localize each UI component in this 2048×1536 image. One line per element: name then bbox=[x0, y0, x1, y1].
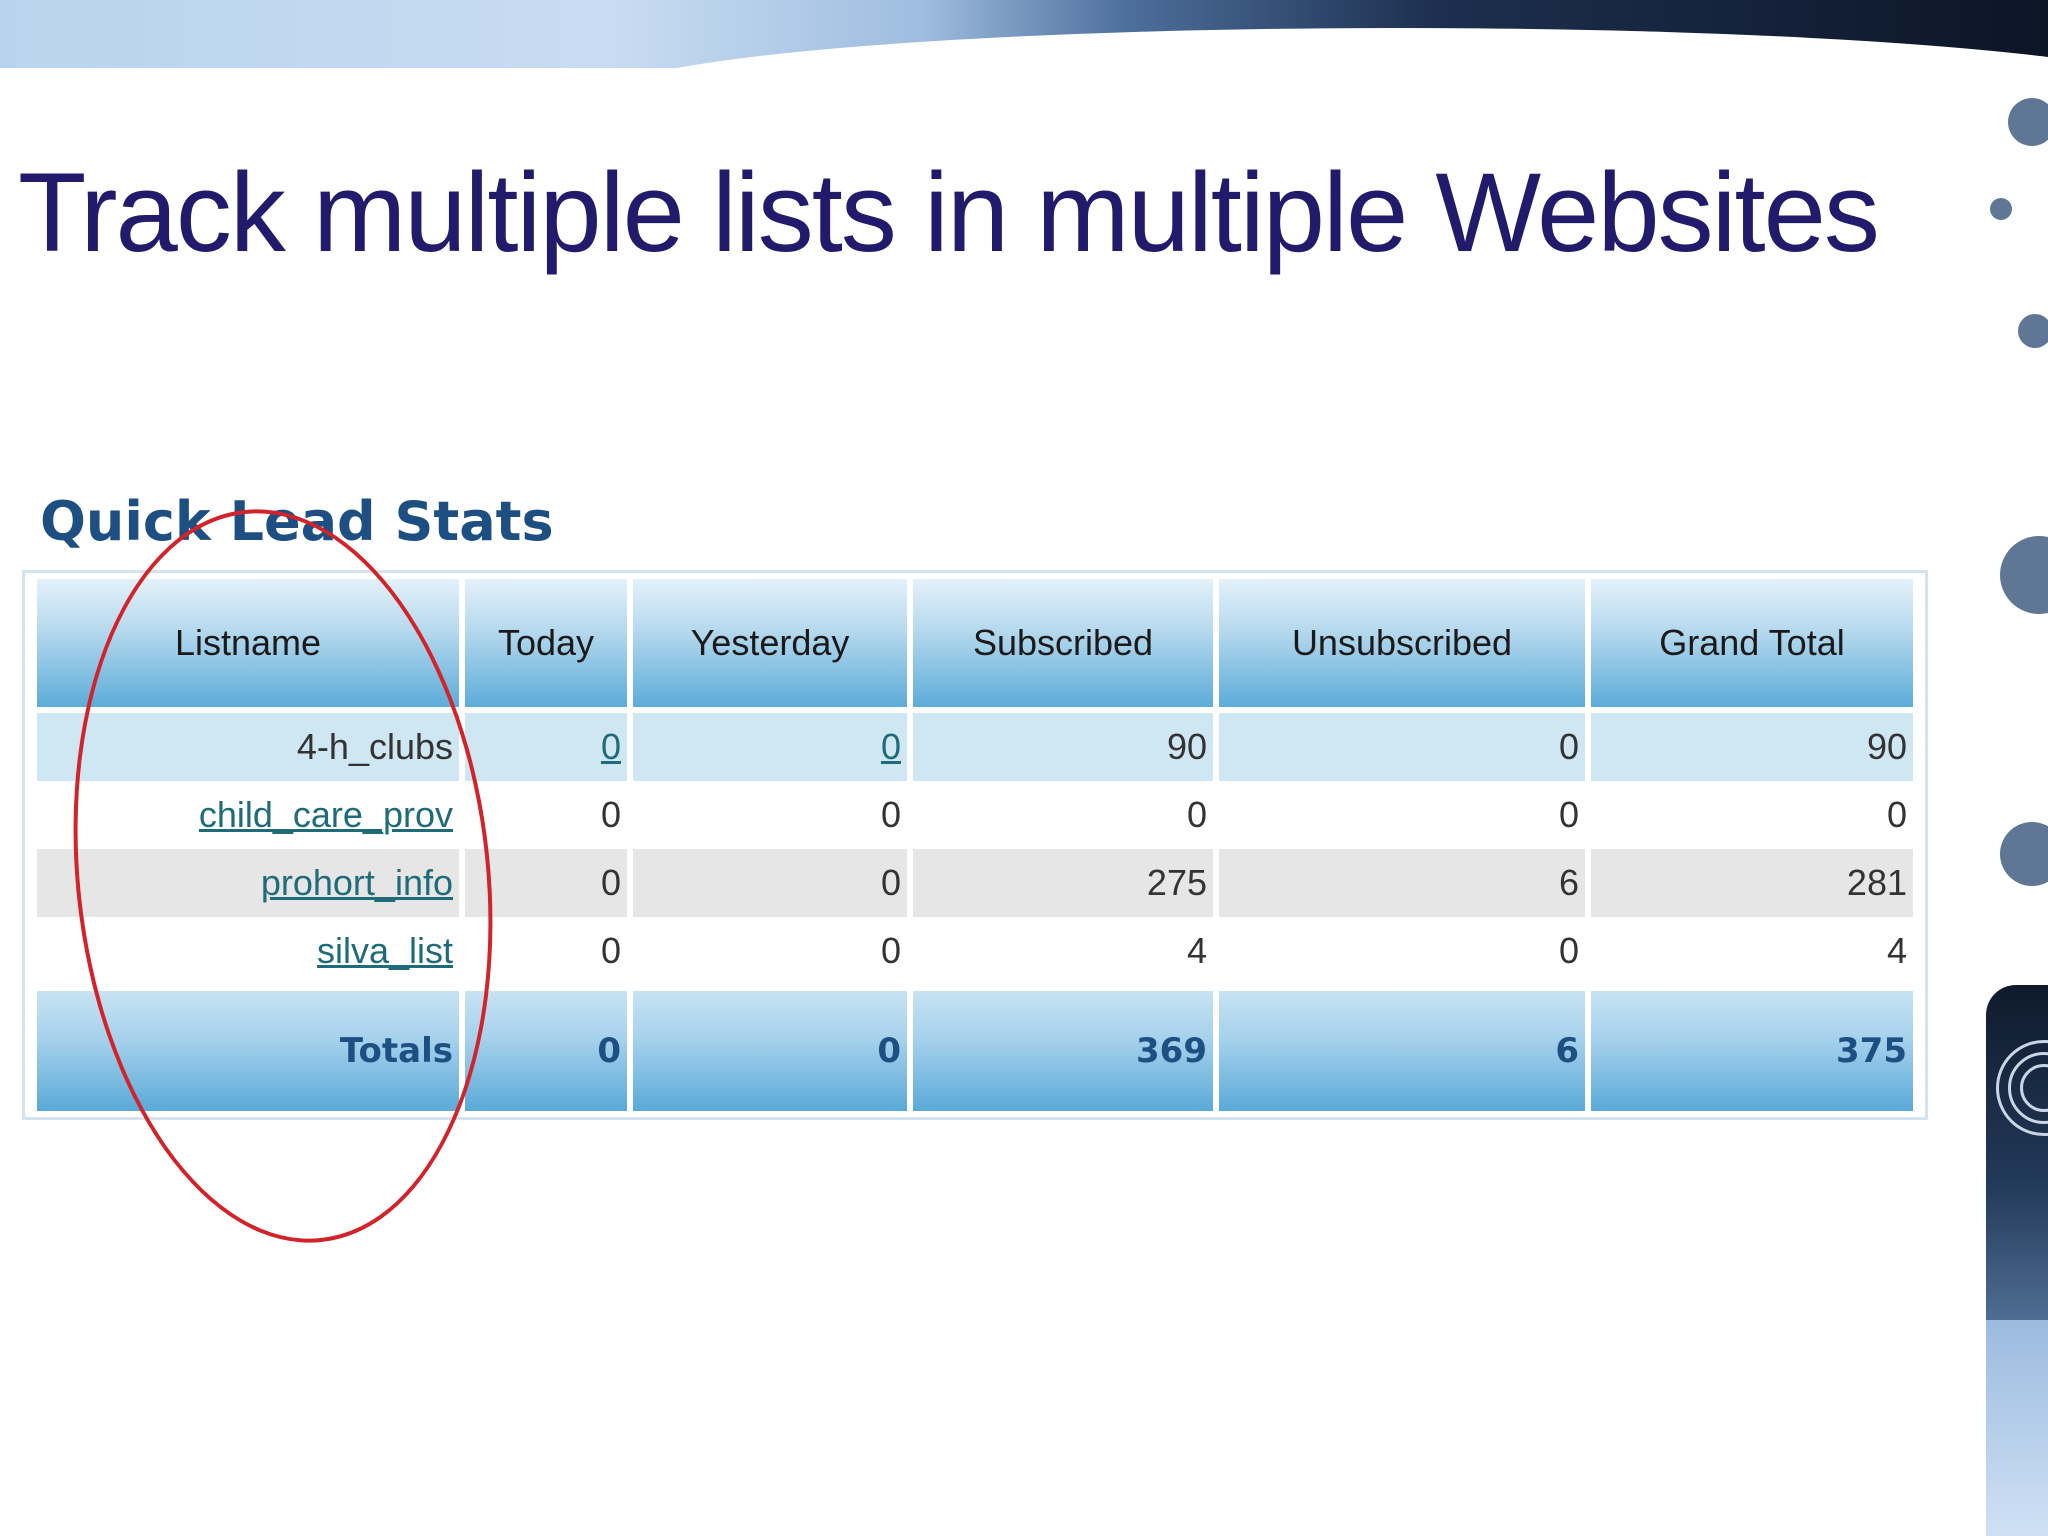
totals-today: 0 bbox=[465, 985, 627, 1111]
today-count-link[interactable]: 0 bbox=[601, 726, 621, 767]
stats-table: Listname Today Yesterday Subscribed Unsu… bbox=[31, 579, 1919, 1111]
listname-cell: prohort_info bbox=[37, 849, 459, 917]
decor-dot bbox=[2018, 314, 2048, 348]
yesterday-cell: 0 bbox=[633, 849, 907, 917]
today-cell: 0 bbox=[465, 781, 627, 849]
yesterday-count-link[interactable]: 0 bbox=[881, 726, 901, 767]
subscribed-cell: 90 bbox=[913, 713, 1213, 781]
table-row: silva_list 0 0 4 0 4 bbox=[37, 917, 1913, 985]
totals-row: Totals 0 0 369 6 375 bbox=[37, 985, 1913, 1111]
table-header-row: Listname Today Yesterday Subscribed Unsu… bbox=[37, 579, 1913, 713]
grand-total-cell: 4 bbox=[1591, 917, 1913, 985]
totals-unsubscribed: 6 bbox=[1219, 985, 1585, 1111]
listname-link[interactable]: prohort_info bbox=[261, 862, 453, 903]
right-light-panel-decoration bbox=[1986, 1320, 2048, 1536]
right-dark-panel-decoration bbox=[1986, 985, 2048, 1320]
today-cell: 0 bbox=[465, 849, 627, 917]
yesterday-cell: 0 bbox=[633, 713, 907, 781]
column-header-grand-total[interactable]: Grand Total bbox=[1591, 579, 1913, 713]
column-header-today[interactable]: Today bbox=[465, 579, 627, 713]
table-row: child_care_prov 0 0 0 0 0 bbox=[37, 781, 1913, 849]
column-header-unsubscribed[interactable]: Unsubscribed bbox=[1219, 579, 1585, 713]
decor-dot bbox=[2008, 98, 2048, 146]
today-cell: 0 bbox=[465, 713, 627, 781]
column-header-yesterday[interactable]: Yesterday bbox=[633, 579, 907, 713]
subscribed-cell: 4 bbox=[913, 917, 1213, 985]
grand-total-cell: 281 bbox=[1591, 849, 1913, 917]
unsubscribed-cell: 0 bbox=[1219, 917, 1585, 985]
quick-lead-stats-panel: Listname Today Yesterday Subscribed Unsu… bbox=[22, 570, 1928, 1120]
decor-dot bbox=[2000, 822, 2048, 886]
today-cell: 0 bbox=[465, 917, 627, 985]
yesterday-cell: 0 bbox=[633, 781, 907, 849]
unsubscribed-cell: 0 bbox=[1219, 713, 1585, 781]
totals-label: Totals bbox=[37, 985, 459, 1111]
decor-dot bbox=[2000, 536, 2048, 614]
subscribed-cell: 0 bbox=[913, 781, 1213, 849]
grand-total-cell: 0 bbox=[1591, 781, 1913, 849]
top-banner-decoration bbox=[0, 0, 2048, 68]
unsubscribed-cell: 0 bbox=[1219, 781, 1585, 849]
listname-cell: 4-h_clubs bbox=[37, 713, 459, 781]
presentation-slide: Track multiple lists in multiple Website… bbox=[0, 0, 2048, 1536]
table-row: 4-h_clubs 0 0 90 0 90 bbox=[37, 713, 1913, 781]
listname-link[interactable]: child_care_prov bbox=[199, 794, 453, 835]
grand-total-cell: 90 bbox=[1591, 713, 1913, 781]
column-header-listname[interactable]: Listname bbox=[37, 579, 459, 713]
panel-heading: Quick Lead Stats bbox=[40, 490, 554, 553]
column-header-subscribed[interactable]: Subscribed bbox=[913, 579, 1213, 713]
listname-cell: silva_list bbox=[37, 917, 459, 985]
totals-subscribed: 369 bbox=[913, 985, 1213, 1111]
listname-cell: child_care_prov bbox=[37, 781, 459, 849]
totals-yesterday: 0 bbox=[633, 985, 907, 1111]
listname-link[interactable]: silva_list bbox=[317, 930, 453, 971]
decor-dot bbox=[1990, 198, 2012, 220]
yesterday-cell: 0 bbox=[633, 917, 907, 985]
table-row: prohort_info 0 0 275 6 281 bbox=[37, 849, 1913, 917]
subscribed-cell: 275 bbox=[913, 849, 1213, 917]
unsubscribed-cell: 6 bbox=[1219, 849, 1585, 917]
slide-title: Track multiple lists in multiple Website… bbox=[18, 150, 1880, 275]
totals-grand-total: 375 bbox=[1591, 985, 1913, 1111]
